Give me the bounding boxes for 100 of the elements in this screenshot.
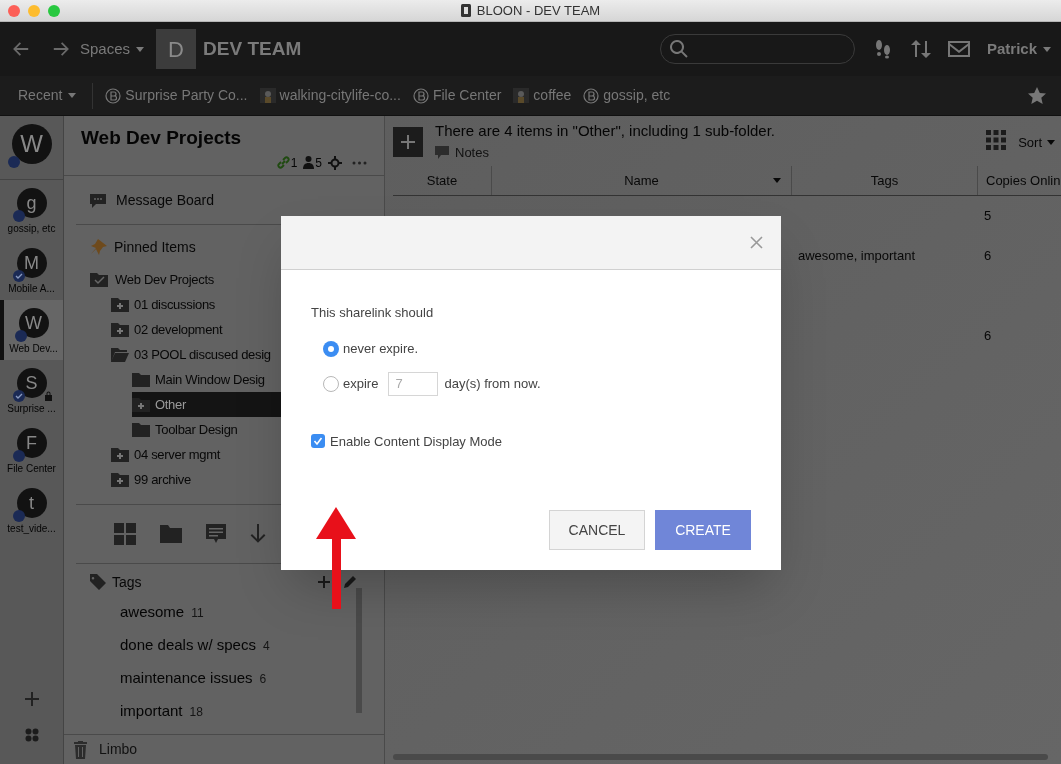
recent-item[interactable]: File Center — [412, 85, 502, 106]
tag-name: maintenance issues — [120, 668, 253, 689]
folder-plus-icon — [111, 322, 129, 337]
folder-check-icon — [90, 272, 110, 287]
caret-icon — [136, 46, 145, 52]
comment-icon — [435, 145, 449, 159]
folder-icon — [132, 372, 150, 387]
members-count[interactable]: 5 — [303, 153, 322, 172]
space-label: Web Dev... — [9, 342, 58, 356]
sidebar-title: Web Dev Projects — [81, 126, 243, 150]
links-count[interactable]: 1 — [276, 153, 298, 172]
folder-summary: There are 4 items in "Other", including 1 sub-folder. — [435, 121, 775, 141]
settings-icon[interactable] — [328, 155, 342, 170]
folder-plus-icon — [132, 397, 150, 412]
column-header[interactable]: State — [393, 166, 492, 195]
user-menu[interactable]: Patrick — [986, 37, 1051, 61]
radio-button[interactable] — [323, 375, 339, 392]
close-icon[interactable] — [750, 236, 763, 249]
folder-icon[interactable] — [160, 525, 182, 543]
tag-item[interactable]: awesome 11 — [120, 596, 356, 629]
limbo-label[interactable]: Limbo — [99, 739, 138, 760]
table-cell: 6 — [984, 248, 992, 264]
tag-count: 4 — [262, 637, 270, 655]
space-item[interactable]: S Surprise ... — [0, 360, 63, 420]
space-avatar: W — [11, 124, 52, 164]
table-cell: awesome, important — [798, 248, 916, 264]
space-name: DEV TEAM — [203, 36, 302, 61]
apps-icon[interactable] — [24, 728, 39, 742]
person-icon — [303, 156, 315, 169]
table-cell: 6 — [984, 328, 992, 344]
space-avatar: S — [16, 368, 47, 398]
table-cell: 5 — [984, 208, 992, 224]
space-label: test_vide... — [7, 522, 56, 536]
zoom-button[interactable] — [48, 5, 60, 17]
create-button[interactable]: CREATE — [655, 510, 751, 550]
check-icon — [313, 436, 323, 447]
sort-menu[interactable]: Sort — [1018, 133, 1055, 153]
checkbox-label[interactable]: Enable Content Display Mode — [330, 431, 502, 451]
recent-menu[interactable]: Recent — [18, 82, 94, 109]
tags-heading: Tags — [90, 571, 142, 593]
grid-view-icon[interactable] — [986, 130, 1007, 150]
spaces-menu[interactable]: Spaces — [80, 37, 145, 61]
notes-link[interactable]: Notes — [435, 142, 775, 162]
folder-plus-icon — [111, 472, 129, 487]
column-header[interactable]: Name — [492, 166, 792, 195]
recent-item[interactable]: gossip, etc — [583, 85, 671, 106]
space-item[interactable]: g gossip, etc — [0, 180, 63, 240]
column-header[interactable]: Tags — [792, 166, 978, 195]
close-button[interactable] — [8, 5, 20, 17]
recent-item[interactable]: coffee — [513, 85, 572, 106]
grid-icon[interactable] — [114, 523, 136, 545]
radio-button[interactable] — [323, 340, 339, 357]
tag-name: important — [120, 701, 183, 722]
forward-icon[interactable] — [52, 40, 70, 58]
edit-icon[interactable] — [344, 576, 356, 588]
recent-item[interactable]: walking-citylife-co... — [259, 85, 401, 106]
tag-item[interactable]: done deals w/ specs 4 — [120, 629, 356, 662]
space-item[interactable]: M Mobile A... — [0, 240, 63, 300]
back-icon[interactable] — [12, 40, 30, 58]
days-field[interactable]: 7 — [388, 371, 439, 396]
scrollbar[interactable] — [393, 754, 1048, 760]
option-label[interactable]: expire — [343, 373, 379, 394]
tag-count: 18 — [189, 703, 203, 721]
sidebar-item[interactable]: Pinned Items — [76, 235, 372, 259]
caret-icon — [1047, 140, 1055, 146]
space-avatar: t — [16, 488, 47, 518]
plus-icon[interactable] — [24, 692, 39, 706]
caret-icon — [68, 93, 77, 98]
thumbnail-icon — [259, 88, 276, 103]
space-item[interactable]: t test_vide... — [0, 480, 63, 540]
space-avatar: M — [16, 248, 47, 278]
folder-plus-icon — [111, 297, 129, 312]
trash-icon[interactable] — [74, 740, 87, 759]
mail-icon[interactable] — [947, 41, 970, 57]
tree-item[interactable]: Web Dev Projects — [90, 267, 384, 292]
recent-item[interactable]: Surprise Party Co... — [105, 85, 248, 106]
tag-item[interactable]: important 18 — [120, 695, 356, 728]
down-arrow-icon[interactable] — [250, 524, 266, 544]
space-item[interactable]: W Web Dev... — [0, 300, 63, 360]
more-icon[interactable] — [352, 160, 367, 165]
column-header[interactable]: Copies Onlin — [978, 166, 1061, 195]
cancel-button[interactable]: CANCEL — [549, 510, 645, 550]
scrollbar[interactable] — [356, 588, 362, 713]
tag-count: 6 — [259, 670, 267, 688]
tag-name: awesome — [120, 602, 185, 623]
comment-icon[interactable] — [206, 524, 226, 544]
checkbox[interactable] — [311, 434, 325, 449]
tag-item[interactable]: maintenance issues 6 — [120, 662, 356, 695]
space-item[interactable]: W — [0, 116, 63, 180]
space-label: gossip, etc — [7, 222, 56, 236]
sidebar-item[interactable]: Message Board — [76, 188, 372, 212]
space-avatar: W — [18, 308, 49, 338]
tree-item[interactable]: 99 archive — [111, 467, 384, 492]
star-icon[interactable] — [1027, 85, 1047, 106]
space-item[interactable]: F File Center — [0, 420, 63, 480]
up-down-arrows-icon[interactable] — [910, 39, 931, 59]
add-button[interactable] — [393, 127, 423, 157]
option-suffix: day(s) from now. — [444, 374, 541, 393]
plus-icon[interactable] — [318, 576, 330, 588]
open-folder-icon — [111, 347, 129, 362]
